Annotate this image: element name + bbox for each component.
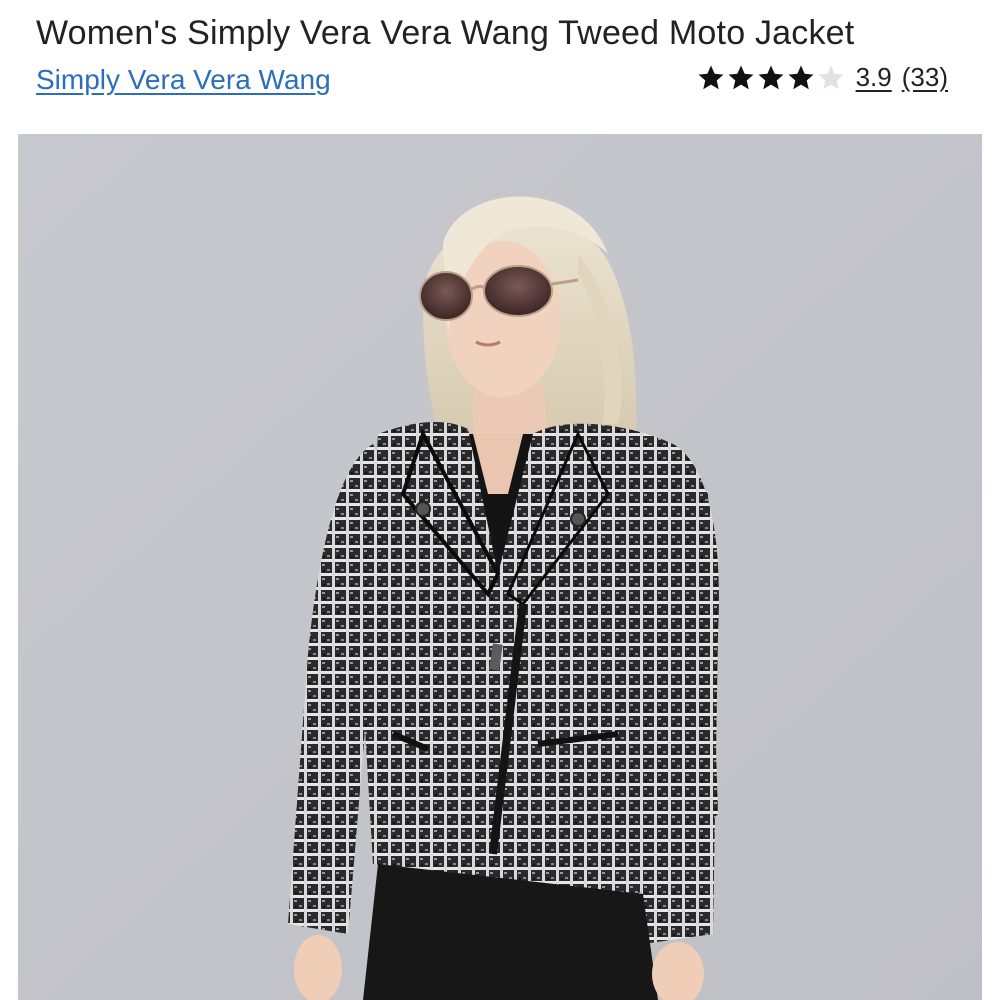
product-image[interactable] [18, 134, 982, 1000]
product-page: Women's Simply Vera Vera Wang Tweed Moto… [0, 0, 1000, 1000]
product-photo [18, 134, 982, 1000]
brand-link[interactable]: Simply Vera Vera Wang [36, 64, 331, 96]
star-filled-icon [788, 65, 814, 89]
rating-summary: 3.9 (33) [696, 62, 948, 93]
star-filled-icon [758, 65, 784, 89]
rating-value[interactable]: 3.9 [856, 62, 892, 93]
product-title: Women's Simply Vera Vera Wang Tweed Moto… [36, 14, 855, 52]
review-count-link[interactable]: (33) [902, 62, 948, 93]
star-filled-icon [698, 65, 724, 89]
product-header: Women's Simply Vera Vera Wang Tweed Moto… [0, 0, 1000, 130]
star-empty-icon [818, 65, 844, 89]
star-filled-icon [728, 65, 754, 89]
star-rating[interactable] [696, 63, 846, 93]
